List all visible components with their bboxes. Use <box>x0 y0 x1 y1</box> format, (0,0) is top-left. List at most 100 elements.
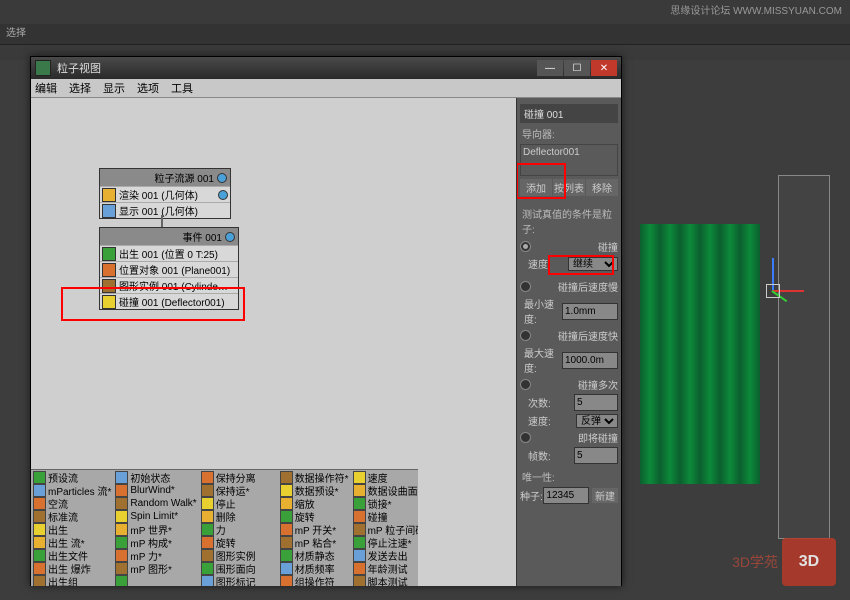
min-speed-input[interactable] <box>562 303 618 320</box>
event-node-header[interactable]: 事件 001 <box>100 228 238 245</box>
operator-icon <box>280 510 293 523</box>
highlight-speed <box>548 255 614 275</box>
window-titlebar[interactable]: 粒子视图 — ☐ ✕ <box>31 57 621 79</box>
menu-display[interactable]: 显示 <box>103 80 125 96</box>
minimize-button[interactable]: — <box>537 60 563 76</box>
speed2-select[interactable]: 反弹 <box>576 414 618 428</box>
times-input[interactable] <box>574 394 618 411</box>
logo-badge: 3D <box>782 538 836 586</box>
depot-item[interactable]: 出生组 <box>33 575 111 586</box>
frames-input[interactable] <box>574 447 618 464</box>
operator-icon <box>33 510 46 523</box>
depot-item[interactable]: mP 图形* <box>115 562 196 575</box>
cylinder-array <box>640 224 760 484</box>
operator-icon <box>33 471 46 484</box>
logo-text: 3D学苑 <box>732 552 778 572</box>
menu-edit[interactable]: 编辑 <box>35 80 57 96</box>
highlight-collision-row <box>61 287 245 321</box>
depot-item[interactable]: 力 <box>201 523 276 536</box>
operator-icon <box>280 536 293 549</box>
render-icon <box>102 188 116 202</box>
operator-depot[interactable]: 预设流mParticles 流*空流标准流出生出生 流*出生文件出生 爆炸出生组… <box>31 469 418 586</box>
depot-item[interactable]: BlurWind* <box>115 484 196 497</box>
operator-icon <box>201 484 214 497</box>
operator-icon <box>280 549 293 562</box>
source-node-header[interactable]: 粒子流源 001 <box>100 169 230 186</box>
highlight-add <box>516 163 566 199</box>
operator-icon <box>280 523 293 536</box>
depot-item[interactable]: 图形标记 <box>201 575 276 586</box>
operator-icon <box>33 575 46 586</box>
remove-button[interactable]: 移除 <box>586 179 618 196</box>
depot-item[interactable]: 初始状态 <box>115 471 196 484</box>
operator-icon <box>201 523 214 536</box>
operator-icon <box>201 510 214 523</box>
display-op[interactable]: 显示 001 (几何体) <box>100 202 230 218</box>
position-icon <box>102 263 116 277</box>
radio-soon[interactable] <box>520 432 531 443</box>
operator-icon <box>115 484 128 497</box>
menu-tools[interactable]: 工具 <box>171 80 193 96</box>
new-seed-button[interactable]: 新建 <box>592 488 618 503</box>
menu-select[interactable]: 选择 <box>69 80 91 96</box>
operator-icon <box>280 471 293 484</box>
depot-item[interactable]: mParticles 流* <box>33 484 111 497</box>
menu-options[interactable]: 选项 <box>137 80 159 96</box>
particle-canvas[interactable]: 粒子流源 001 渲染 001 (几何体) 显示 001 (几何体) 事件 00… <box>31 98 516 586</box>
depot-item[interactable]: 删除 <box>201 510 276 523</box>
maximize-button[interactable]: ☐ <box>564 60 590 76</box>
depot-item[interactable]: Random Walk* <box>115 497 196 510</box>
birth-icon <box>102 247 116 261</box>
operator-icon <box>33 523 46 536</box>
position-op[interactable]: 位置对象 001 (Plane001) <box>100 261 238 277</box>
operator-icon <box>353 484 366 497</box>
operator-icon <box>201 536 214 549</box>
max-speed-input[interactable] <box>562 352 618 369</box>
operator-icon <box>33 549 46 562</box>
depot-item[interactable]: 组操作符 <box>280 575 349 586</box>
watermark: 思缘设计论坛 WWW.MISSYUAN.COM <box>670 2 842 17</box>
seed-input[interactable] <box>543 487 589 504</box>
radio-fast[interactable] <box>520 330 531 341</box>
side-title: 碰撞 001 <box>520 104 618 123</box>
operator-icon <box>33 484 46 497</box>
radio-multi[interactable] <box>520 379 531 390</box>
particle-view-window: 粒子视图 — ☐ ✕ 编辑 选择 显示 选项 工具 粒子流源 001 渲染 00… <box>30 56 622 586</box>
operator-icon <box>115 510 128 523</box>
operator-icon <box>201 497 214 510</box>
operator-icon <box>33 562 46 575</box>
operator-icon <box>115 471 128 484</box>
axis-gizmo[interactable] <box>760 280 810 330</box>
main-toolbar: 选择 <box>0 24 850 45</box>
birth-op[interactable]: 出生 001 (位置 0 T:25) <box>100 245 238 261</box>
depot-item[interactable] <box>115 575 196 586</box>
source-node[interactable]: 粒子流源 001 渲染 001 (几何体) 显示 001 (几何体) <box>99 168 231 219</box>
render-op[interactable]: 渲染 001 (几何体) <box>100 186 230 202</box>
operator-icon <box>115 523 128 536</box>
operator-icon <box>115 497 128 510</box>
node-link <box>161 215 163 227</box>
operator-icon <box>353 562 366 575</box>
operator-icon <box>353 510 366 523</box>
window-title: 粒子视图 <box>57 60 101 76</box>
depot-item[interactable]: 脚本测试 <box>353 575 418 586</box>
operator-icon <box>353 471 366 484</box>
plane-object <box>778 175 830 539</box>
operator-icon <box>201 549 214 562</box>
operator-icon <box>201 562 214 575</box>
depot-item[interactable]: 标准流 <box>33 510 111 523</box>
depot-item[interactable]: 停止 <box>201 497 276 510</box>
radio-collide[interactable] <box>520 241 531 252</box>
operator-icon <box>280 575 293 586</box>
close-button[interactable]: ✕ <box>591 60 617 76</box>
operator-icon <box>353 575 366 586</box>
test-title: 测试真值的条件是粒子: <box>520 205 618 237</box>
operator-icon <box>115 549 128 562</box>
depot-item[interactable]: 保持运* <box>201 484 276 497</box>
operator-icon <box>353 523 366 536</box>
deflector-label: 导向器: <box>520 125 618 142</box>
operator-icon <box>201 575 214 586</box>
operator-icon <box>280 562 293 575</box>
radio-slow[interactable] <box>520 281 531 292</box>
operator-icon <box>201 471 214 484</box>
